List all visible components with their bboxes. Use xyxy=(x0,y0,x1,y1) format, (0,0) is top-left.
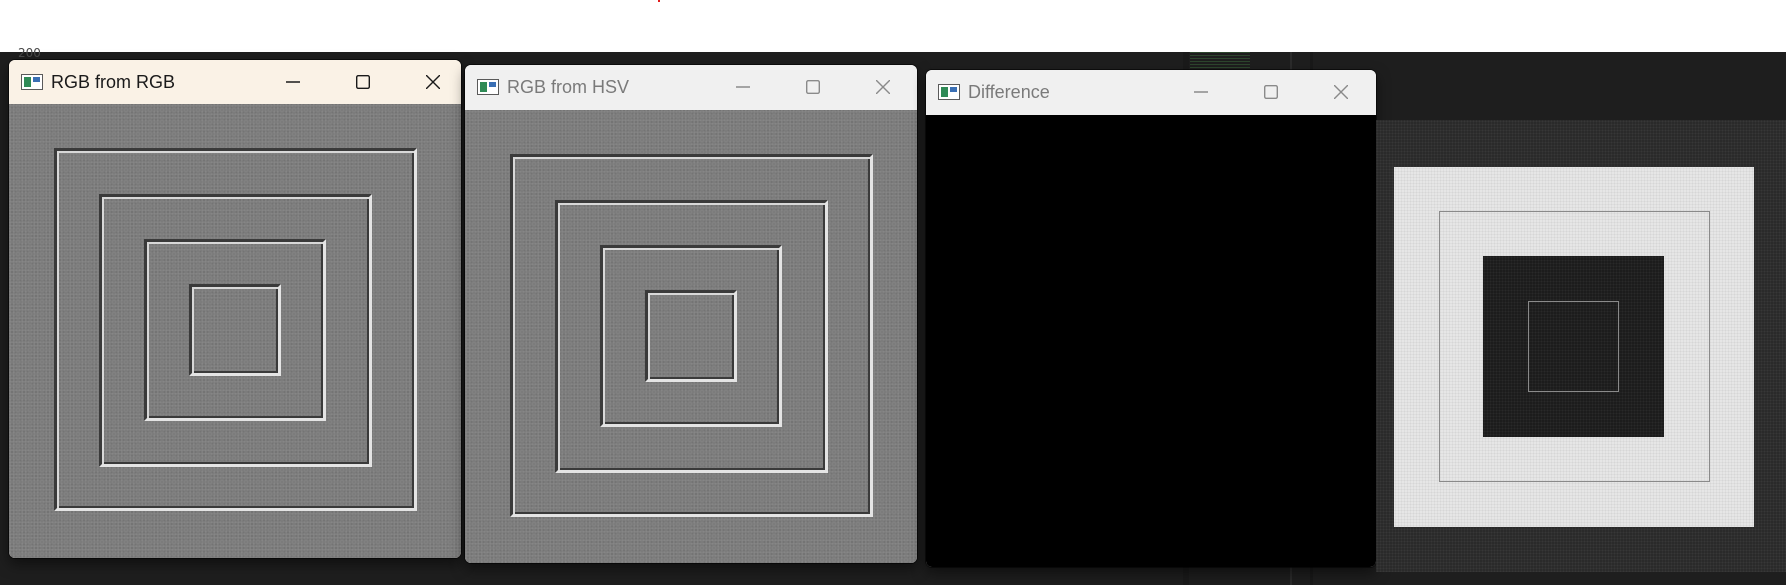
maximize-icon xyxy=(1264,85,1278,99)
maximize-button[interactable] xyxy=(328,60,398,104)
close-icon xyxy=(876,80,890,94)
close-icon xyxy=(426,75,440,89)
editor-minimap xyxy=(1190,52,1250,72)
maximize-icon xyxy=(356,75,370,89)
window-rgb-from-rgb[interactable]: RGB from RGB xyxy=(9,60,461,558)
window-title: Difference xyxy=(968,81,1050,102)
inner-square xyxy=(645,290,737,382)
window-difference[interactable]: Difference xyxy=(926,70,1376,567)
close-icon xyxy=(1334,85,1348,99)
minimize-icon xyxy=(736,86,750,88)
close-button[interactable] xyxy=(848,65,917,109)
window-title: RGB from RGB xyxy=(51,71,176,92)
opencv-window-icon xyxy=(21,74,43,90)
close-button[interactable] xyxy=(398,60,461,104)
minimize-button[interactable] xyxy=(1166,70,1236,114)
top-desktop-strip xyxy=(0,0,1786,52)
maximize-button[interactable] xyxy=(1236,70,1306,114)
image-canvas xyxy=(9,104,461,558)
minimize-button[interactable] xyxy=(708,65,778,109)
window-title: RGB from HSV xyxy=(507,76,630,97)
background-line-number: 200 xyxy=(18,46,41,60)
minimize-icon xyxy=(286,81,300,83)
minimize-button[interactable] xyxy=(258,60,328,104)
maximize-icon xyxy=(806,80,820,94)
close-button[interactable] xyxy=(1306,70,1376,114)
minimize-icon xyxy=(1194,91,1208,93)
window-rgb-from-hsv[interactable]: RGB from HSV xyxy=(465,65,917,563)
inner-square xyxy=(189,284,281,376)
difference-image xyxy=(926,115,1376,567)
opencv-window-icon xyxy=(477,79,499,95)
thin-square-inner xyxy=(1528,301,1619,392)
opencv-window-icon xyxy=(938,84,960,100)
maximize-button[interactable] xyxy=(778,65,848,109)
cursor-dot xyxy=(658,0,660,2)
image-canvas xyxy=(465,110,917,563)
